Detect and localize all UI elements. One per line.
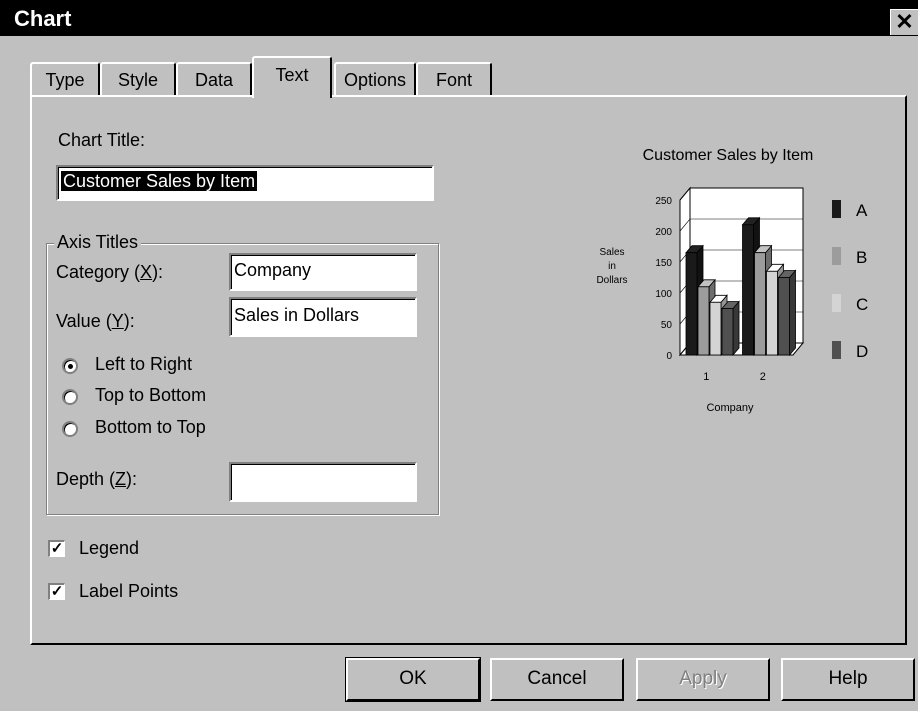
y-tick-label: 200 [655, 227, 672, 238]
bar [697, 286, 710, 356]
legend-label: A [856, 201, 868, 220]
x-tick-label: 2 [760, 371, 766, 383]
bar-side [789, 269, 796, 357]
x-tick-label: 1 [703, 371, 709, 383]
bar [766, 270, 778, 356]
bar [742, 224, 754, 356]
legend-swatch [832, 200, 841, 218]
bar [721, 308, 734, 356]
legend-label: B [856, 248, 867, 267]
x-axis-label: Company [706, 402, 754, 414]
cancel-button[interactable]: Cancel [490, 658, 624, 701]
legend-swatch [832, 247, 841, 265]
y-axis-label: Sales [599, 247, 624, 258]
bar [754, 252, 766, 356]
legend-label: C [856, 295, 868, 314]
y-tick-label: 250 [655, 196, 672, 207]
chart-title: Customer Sales by Item [643, 147, 814, 164]
apply-button[interactable]: Apply [636, 658, 770, 701]
y-axis-label: in [608, 261, 616, 272]
bar-side [732, 300, 740, 357]
y-tick-label: 150 [655, 258, 672, 269]
bar [685, 252, 698, 356]
legend-swatch [832, 294, 841, 312]
legend-label: D [856, 342, 868, 361]
y-tick-label: 100 [655, 289, 672, 300]
bar [778, 277, 790, 356]
chart-preview: Customer Sales by Item 0 50 100 150 200 250 Sal… [596, 147, 868, 414]
y-tick-label: 0 [666, 351, 672, 362]
help-button[interactable]: Help [781, 658, 915, 701]
legend-swatch [832, 341, 841, 359]
ok-button[interactable]: OK [345, 657, 481, 702]
y-axis-label: Dollars [596, 275, 627, 286]
y-tick-label: 50 [661, 320, 673, 331]
bar [709, 301, 722, 356]
